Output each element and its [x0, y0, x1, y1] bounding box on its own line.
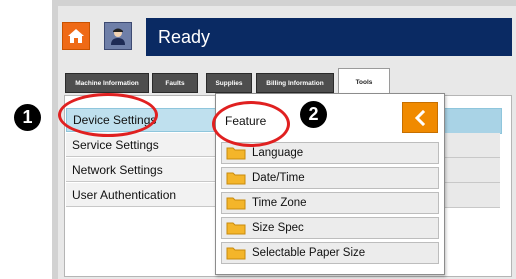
callout-badge-2: 2: [300, 101, 327, 128]
sidebar-item-network-settings[interactable]: Network Settings: [66, 158, 236, 182]
status-text: Ready: [158, 27, 211, 47]
tab-billing-information[interactable]: Billing Information: [256, 73, 334, 93]
folder-icon: [226, 196, 246, 210]
row-strip-service-settings[interactable]: [438, 133, 500, 158]
popup-item-label: Language: [252, 147, 304, 159]
user-icon: [111, 28, 125, 45]
folder-icon: [226, 146, 246, 160]
popup-item-selectable-paper-size[interactable]: Selectable Paper Size: [221, 242, 439, 264]
callout-badge-1: 1: [14, 104, 41, 131]
popup-item-label: Date/Time: [252, 172, 305, 184]
row-strip-user-authentication[interactable]: [438, 183, 500, 208]
folder-icon: [226, 221, 246, 235]
sidebar-item-user-authentication[interactable]: User Authentication: [66, 183, 236, 207]
home-button[interactable]: [62, 22, 90, 50]
popup-item-size-spec[interactable]: Size Spec: [221, 217, 439, 239]
popup-item-date-time[interactable]: Date/Time: [221, 167, 439, 189]
popup-item-time-zone[interactable]: Time Zone: [221, 192, 439, 214]
row-strip-network-settings[interactable]: [438, 158, 500, 183]
user-button[interactable]: [104, 22, 132, 50]
tab-tools[interactable]: Tools: [338, 68, 390, 95]
highlight-oval-device-settings: [58, 93, 158, 137]
sidebar-item-service-settings[interactable]: Service Settings: [66, 133, 236, 157]
highlight-oval-feature: [212, 101, 290, 147]
row-strip-device-settings[interactable]: [438, 108, 502, 134]
chevron-left-icon: [414, 109, 426, 126]
tab-supplies[interactable]: Supplies: [206, 73, 252, 93]
tab-faults[interactable]: Faults: [152, 73, 198, 93]
folder-icon: [226, 171, 246, 185]
tab-machine-information[interactable]: Machine Information: [65, 73, 149, 93]
folder-icon: [226, 246, 246, 260]
back-button[interactable]: [402, 102, 438, 133]
popup-item-label: Size Spec: [252, 222, 304, 234]
popup-item-label: Time Zone: [252, 197, 307, 209]
home-icon: [68, 29, 84, 43]
popup-item-label: Selectable Paper Size: [252, 247, 366, 259]
